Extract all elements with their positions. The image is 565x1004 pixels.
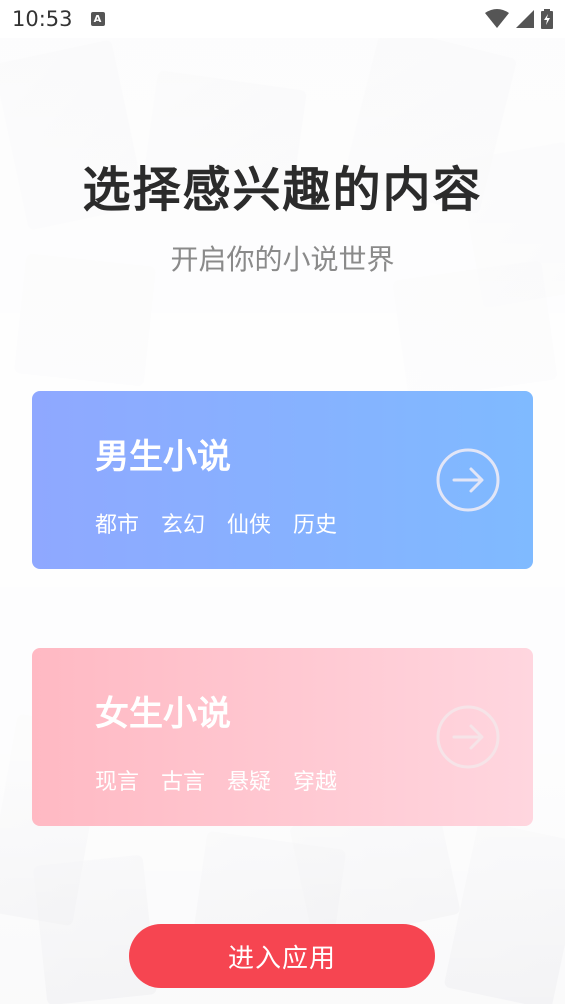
category-tag: 穿越 <box>293 770 338 795</box>
category-tag: 历史 <box>293 513 338 538</box>
page-subtitle: 开启你的小说世界 <box>170 243 395 276</box>
category-tag: 仙侠 <box>227 513 272 538</box>
category-title: 女生小说 <box>95 694 231 734</box>
page-title: 选择感兴趣的内容 <box>82 162 483 218</box>
category-tag: 都市 <box>95 513 140 538</box>
wifi-icon <box>485 9 509 28</box>
enter-app-button[interactable]: 进入应用 <box>129 924 435 988</box>
battery-icon <box>541 9 553 29</box>
category-card-female[interactable]: 女生小说 现言 古言 悬疑 穿越 <box>32 648 533 826</box>
category-tag: 玄幻 <box>161 513 206 538</box>
category-tag: 现言 <box>95 770 140 795</box>
arrow-right-circle-icon[interactable] <box>435 704 501 770</box>
signal-icon <box>516 10 534 28</box>
category-title: 男生小说 <box>95 437 231 477</box>
status-time: 10:53 <box>12 7 73 31</box>
a-icon: A <box>90 12 105 26</box>
category-tag: 古言 <box>161 770 206 795</box>
arrow-right-circle-icon[interactable] <box>435 447 501 513</box>
status-icons <box>485 9 553 29</box>
category-tags: 都市 玄幻 仙侠 历史 <box>95 507 337 539</box>
category-tag: 悬疑 <box>227 770 272 795</box>
category-tags: 现言 古言 悬疑 穿越 <box>95 764 337 796</box>
status-bar: 10:53 A <box>0 0 565 38</box>
category-card-male[interactable]: 男生小说 都市 玄幻 仙侠 历史 <box>32 391 533 569</box>
